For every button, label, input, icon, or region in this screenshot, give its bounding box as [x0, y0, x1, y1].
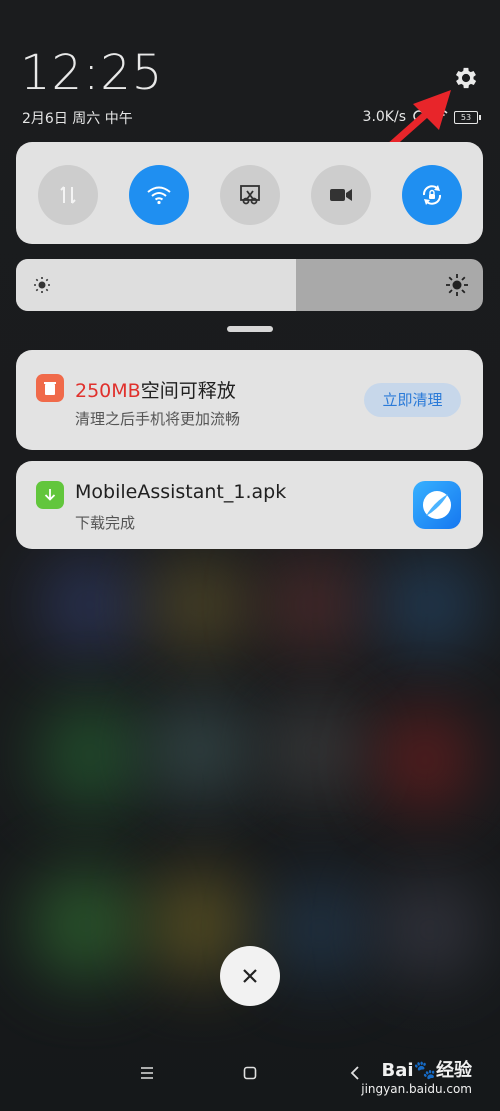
notification-subtitle: 下载完成	[75, 514, 136, 532]
baidu-jingyan-watermark: Bai🐾经验 jingyan.baidu.com	[361, 1060, 472, 1096]
brightness-slider[interactable]	[16, 259, 483, 311]
mobile-data-icon	[60, 186, 76, 204]
gear-icon	[455, 67, 477, 89]
trash-icon	[36, 374, 64, 402]
wifi-toggle[interactable]	[129, 165, 189, 225]
wifi-icon	[147, 186, 171, 205]
settings-gear-button[interactable]	[450, 62, 482, 94]
watermark-logo: Bai🐾经验	[381, 1060, 472, 1081]
screenshot-toggle[interactable]	[220, 165, 280, 225]
video-camera-icon	[330, 189, 352, 201]
screen-recorder-toggle[interactable]	[311, 165, 371, 225]
browser-app-icon[interactable]	[413, 481, 461, 529]
menu-button[interactable]	[132, 1058, 162, 1088]
home-square-icon	[243, 1066, 257, 1080]
brightness-low-icon	[32, 275, 52, 299]
download-notification[interactable]: MobileAssistant_1.apk 下载完成	[16, 461, 483, 549]
watermark-url: jingyan.baidu.com	[361, 1081, 472, 1096]
battery-icon: 53	[454, 110, 481, 124]
status-indicators: 3.0K/s 53	[362, 108, 481, 126]
auto-rotate-toggle[interactable]	[402, 165, 462, 225]
home-button[interactable]	[235, 1058, 265, 1088]
rotate-lock-icon	[422, 185, 442, 205]
back-chevron-icon	[350, 1066, 359, 1080]
notification-title: MobileAssistant_1.apk	[75, 481, 287, 503]
title-text: 空间可释放	[140, 380, 236, 402]
date-label: 2月6日 周六 中午	[22, 111, 133, 127]
cleanup-notification[interactable]: 250MB空间可释放 清理之后手机将更加流畅 立即清理	[16, 350, 483, 450]
notification-subtitle: 清理之后手机将更加流畅	[75, 410, 241, 428]
clean-now-button[interactable]: 立即清理	[364, 383, 461, 417]
panel-drag-handle[interactable]	[227, 326, 273, 332]
browser-icon	[423, 491, 451, 519]
download-icon	[36, 481, 64, 509]
wifi-status-icon	[432, 109, 448, 125]
quick-settings-panel	[16, 142, 483, 244]
brightness-fill	[16, 259, 297, 311]
notification-title: 250MB空间可释放	[75, 376, 236, 403]
close-icon	[243, 969, 257, 983]
mobile-data-toggle[interactable]	[38, 165, 98, 225]
freeable-size: 250MB	[75, 380, 141, 402]
clear-all-button[interactable]	[220, 946, 280, 1006]
screenshot-scissors-icon	[240, 185, 260, 205]
brightness-high-icon	[445, 273, 469, 301]
clock-time: 12:25	[20, 45, 164, 101]
alarm-icon	[412, 108, 426, 126]
network-speed: 3.0K/s	[362, 109, 406, 125]
menu-icon	[141, 1067, 153, 1079]
